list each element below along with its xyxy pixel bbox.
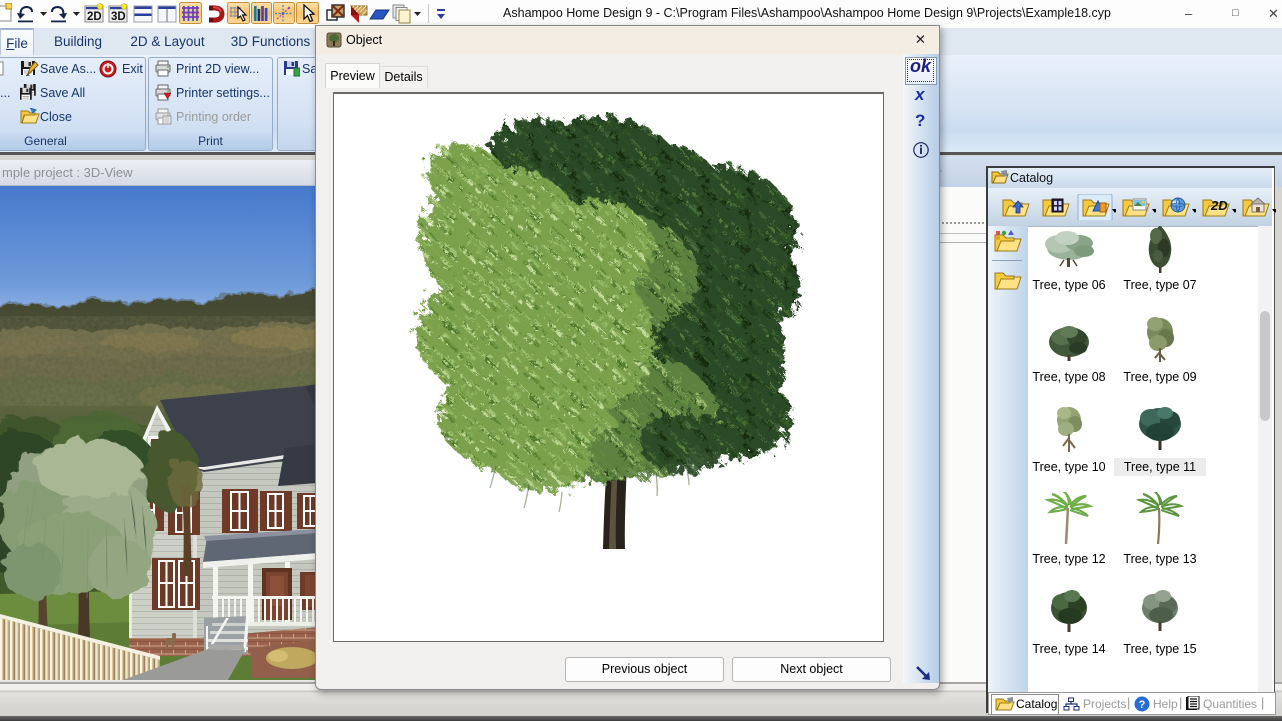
svg-text:?: ? <box>1139 699 1146 711</box>
svg-text:2D: 2D <box>1210 198 1228 213</box>
svg-text:2D: 2D <box>87 11 102 23</box>
svg-text:3D: 3D <box>111 11 126 23</box>
